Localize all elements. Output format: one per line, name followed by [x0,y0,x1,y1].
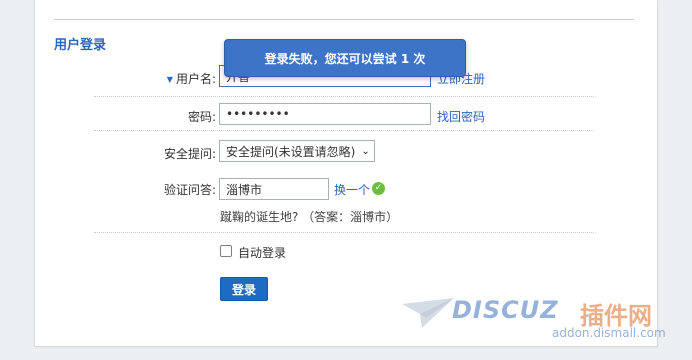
refresh-captcha-link[interactable]: 换一个 [334,181,370,198]
divider [54,19,634,20]
caret-down-icon: ▼ [166,75,173,84]
remember-checkbox[interactable] [220,245,232,257]
remember-label[interactable]: 自动登录 [238,244,286,261]
security-question-label: 安全提问: [163,147,216,161]
login-button[interactable]: 登录 [220,277,268,301]
error-toast: 登录失败，您还可以尝试 1 次 [224,39,466,77]
divider [94,96,594,97]
password-input[interactable] [219,103,431,125]
security-question-select[interactable]: 安全提问(未设置请忽略) ⌄ [219,140,375,162]
chevron-down-icon: ⌄ [361,145,370,157]
divider [94,232,594,233]
captcha-input[interactable] [219,178,329,200]
watermark-logo: DISCUZ 插件网 addon.dismall.com [400,290,690,348]
forgot-password-link[interactable]: 找回密码 [437,108,485,125]
check-icon: ✓ [372,182,385,195]
username-label[interactable]: ▼ 用户名: [167,70,216,87]
paper-plane-icon [402,298,454,328]
watermark-domain: addon.dismall.com [552,326,666,340]
section-title: 用户登录 [54,38,107,53]
captcha-hint: 蹴鞠的诞生地? （答案：淄博市） [220,210,399,224]
password-label: 密码: [187,110,216,124]
watermark-brand: DISCUZ [452,296,559,324]
divider [94,130,594,131]
captcha-label: 验证问答: [163,183,216,197]
